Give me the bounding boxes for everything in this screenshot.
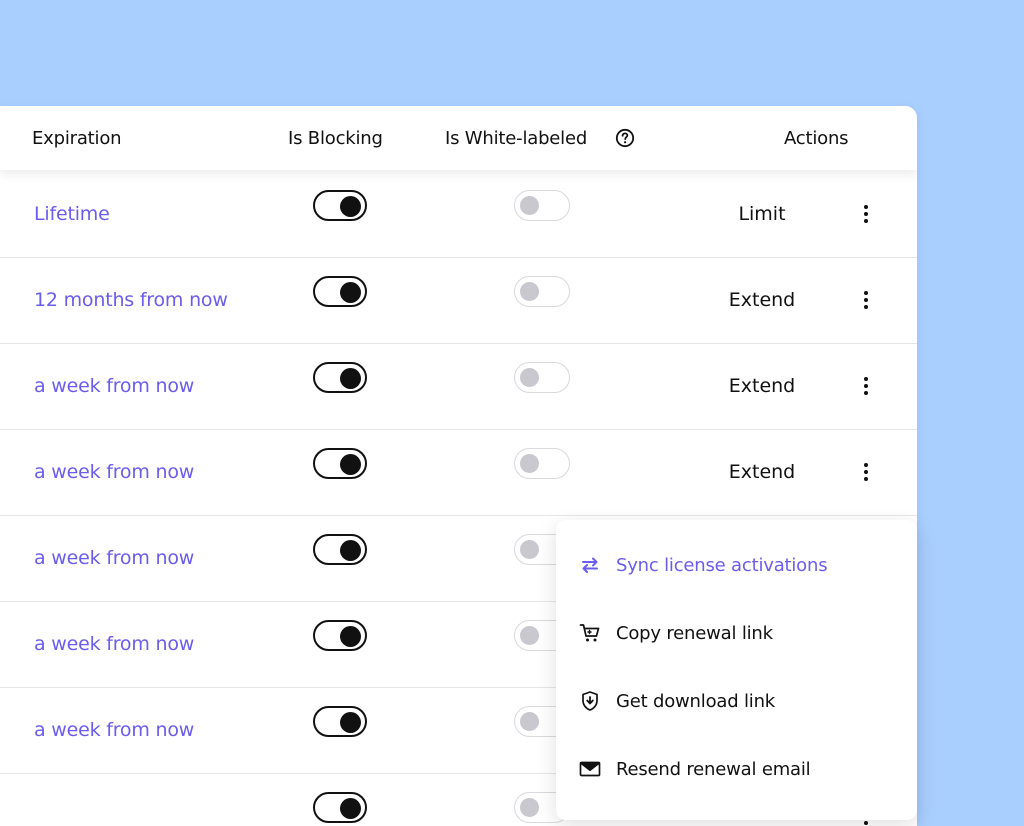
toggle-knob <box>340 711 361 733</box>
toggle-knob <box>520 282 539 301</box>
menu-item-sync-license-activations[interactable]: Sync license activations <box>556 536 917 596</box>
table-row: Lifetime Limit <box>0 171 917 258</box>
is-blocking-toggle[interactable] <box>313 706 367 737</box>
is-white-labeled-toggle[interactable] <box>514 448 570 479</box>
menu-item-resend-renewal-email[interactable]: Resend renewal email <box>556 740 917 800</box>
menu-item-label: Copy renewal link <box>616 623 773 644</box>
is-white-labeled-toggle[interactable] <box>514 190 570 221</box>
menu-item-get-download-link[interactable]: Get download link <box>556 672 917 732</box>
cart-icon <box>579 624 600 642</box>
question-circle-icon[interactable] <box>615 128 635 148</box>
row-action-button[interactable]: Extend <box>712 257 812 343</box>
menu-item-label: Resend renewal email <box>616 759 811 780</box>
more-options-icon[interactable] <box>852 287 880 313</box>
is-blocking-toggle[interactable] <box>313 792 367 823</box>
toggle-knob <box>340 367 361 389</box>
is-blocking-toggle[interactable] <box>313 190 367 221</box>
toggle-knob <box>520 540 539 559</box>
is-blocking-toggle[interactable] <box>313 448 367 479</box>
is-blocking-toggle[interactable] <box>313 362 367 393</box>
column-header-expiration[interactable]: Expiration <box>32 106 122 170</box>
expiration-link[interactable]: a week from now <box>34 429 194 515</box>
table-row: 12 months from now Extend <box>0 257 917 344</box>
more-options-icon[interactable] <box>852 459 880 485</box>
row-action-button[interactable]: Extend <box>712 343 812 429</box>
expiration-link[interactable]: a week from now <box>34 601 194 687</box>
is-blocking-toggle[interactable] <box>313 534 367 565</box>
toggle-knob <box>340 195 361 217</box>
row-actions-menu: Sync license activations Copy renewal li… <box>556 520 917 820</box>
row-action-button[interactable]: Limit <box>712 171 812 257</box>
is-white-labeled-toggle[interactable] <box>514 276 570 307</box>
envelope-icon <box>579 761 601 777</box>
is-blocking-toggle[interactable] <box>313 276 367 307</box>
expiration-link[interactable]: a week from now <box>34 687 194 773</box>
menu-item-label: Sync license activations <box>616 555 828 576</box>
column-header-actions: Actions <box>784 128 849 149</box>
toggle-knob <box>520 712 539 731</box>
is-blocking-toggle[interactable] <box>313 620 367 651</box>
more-options-icon[interactable] <box>852 373 880 399</box>
toggle-knob <box>520 368 539 387</box>
toggle-knob <box>340 453 361 475</box>
toggle-knob <box>340 625 361 647</box>
table-header: Expiration Is Blocking Is White-labeled … <box>0 106 917 170</box>
toggle-knob <box>340 281 361 303</box>
row-action-button[interactable]: Extend <box>712 429 812 515</box>
toggle-knob <box>520 626 539 645</box>
menu-item-label: Get download link <box>616 691 775 712</box>
more-options-icon[interactable] <box>852 201 880 227</box>
expiration-link[interactable]: a week from now <box>34 343 194 429</box>
toggle-knob <box>520 798 539 817</box>
toggle-knob <box>520 454 539 473</box>
expiration-link[interactable]: a week from now <box>34 515 194 601</box>
column-header-is-blocking[interactable]: Is Blocking <box>288 106 383 170</box>
menu-item-copy-renewal-link[interactable]: Copy renewal link <box>556 604 917 664</box>
expiration-link[interactable]: 12 months from now <box>34 257 228 343</box>
toggle-knob <box>340 539 361 561</box>
is-white-labeled-toggle[interactable] <box>514 362 570 393</box>
column-header-is-white-labeled[interactable]: Is White-labeled <box>445 106 587 170</box>
expiration-link[interactable]: Lifetime <box>34 171 110 257</box>
table-row: a week from now Extend <box>0 429 917 516</box>
shield-download-icon <box>582 691 598 711</box>
table-row: a week from now Extend <box>0 343 917 430</box>
toggle-knob <box>520 196 539 215</box>
toggle-knob <box>340 797 361 819</box>
sync-arrows-icon <box>582 557 598 573</box>
